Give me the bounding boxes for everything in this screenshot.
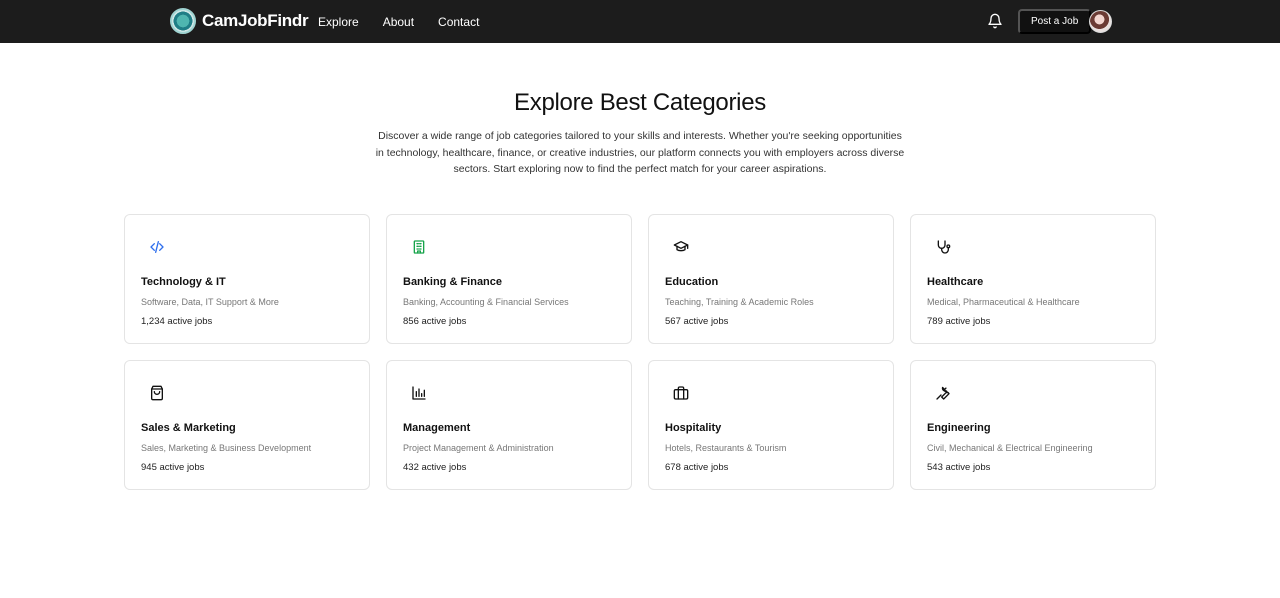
- category-job-count: 567 active jobs: [665, 316, 729, 327]
- category-title: Sales & Marketing: [141, 422, 236, 434]
- brand-name: CamJobFindr: [202, 11, 309, 30]
- category-subtitle: Sales, Marketing & Business Development: [141, 443, 312, 453]
- category-card[interactable]: Healthcare Medical, Pharmaceutical & Heal…: [910, 214, 1156, 344]
- category-subtitle: Civil, Mechanical & Electrical Engineeri…: [927, 443, 1093, 453]
- category-card[interactable]: Engineering Civil, Mechanical & Electrica…: [910, 360, 1156, 490]
- category-subtitle: Project Management & Administration: [403, 443, 554, 453]
- category-card[interactable]: Education Teaching, Training & Academic R…: [648, 214, 894, 344]
- category-job-count: 856 active jobs: [403, 316, 467, 327]
- category-job-count: 432 active jobs: [403, 462, 467, 473]
- category-card[interactable]: Management Project Management & Administr…: [386, 360, 632, 490]
- category-card[interactable]: Sales & Marketing Sales, Marketing & Busi…: [124, 360, 370, 490]
- building-icon: [411, 239, 427, 255]
- user-avatar[interactable]: [1089, 10, 1112, 33]
- category-job-count: 789 active jobs: [927, 316, 991, 327]
- category-title: Technology & IT: [141, 276, 226, 288]
- category-title: Management: [403, 422, 471, 434]
- category-title: Banking & Finance: [403, 276, 503, 288]
- category-title: Engineering: [927, 422, 991, 434]
- graduation-cap-icon: [673, 239, 689, 255]
- category-card[interactable]: Technology & IT Software, Data, IT Suppor…: [124, 214, 370, 344]
- category-subtitle: Medical, Pharmaceutical & Healthcare: [927, 297, 1080, 307]
- top-navbar: CamJobFindr Explore About Contact Post a…: [0, 0, 1280, 43]
- nav-explore-link[interactable]: Explore: [318, 15, 359, 29]
- category-title: Healthcare: [927, 276, 984, 288]
- code-icon: [149, 239, 165, 255]
- category-subtitle: Teaching, Training & Academic Roles: [665, 297, 814, 307]
- category-card[interactable]: Banking & Finance Banking, Accounting & F…: [386, 214, 632, 344]
- category-job-count: 1,234 active jobs: [141, 316, 213, 327]
- category-title: Hospitality: [665, 422, 722, 434]
- category-subtitle: Software, Data, IT Support & More: [141, 297, 279, 307]
- briefcase-icon: [673, 385, 689, 401]
- category-subtitle: Banking, Accounting & Financial Services: [403, 297, 569, 307]
- category-card[interactable]: Hospitality Hotels, Restaurants & Tourism…: [648, 360, 894, 490]
- nav-about-link[interactable]: About: [383, 15, 414, 29]
- page-description: Discover a wide range of job categories …: [375, 130, 905, 175]
- stethoscope-icon: [935, 239, 951, 255]
- brand-logo-icon: [170, 8, 196, 34]
- category-title: Education: [665, 276, 719, 288]
- page-title: Explore Best Categories: [514, 89, 766, 116]
- brand-link[interactable]: CamJobFindr: [170, 8, 309, 34]
- category-job-count: 678 active jobs: [665, 462, 729, 473]
- category-job-count: 543 active jobs: [927, 462, 991, 473]
- bell-icon[interactable]: [987, 13, 1003, 29]
- category-subtitle: Hotels, Restaurants & Tourism: [665, 443, 787, 453]
- nav-contact-link[interactable]: Contact: [438, 15, 479, 29]
- wrench-icon: [935, 385, 951, 401]
- category-job-count: 945 active jobs: [141, 462, 205, 473]
- main-nav: Explore About Contact: [318, 0, 479, 43]
- shopping-bag-icon: [149, 385, 165, 401]
- bar-chart-icon: [411, 385, 427, 401]
- post-job-button[interactable]: Post a Job: [1018, 9, 1092, 34]
